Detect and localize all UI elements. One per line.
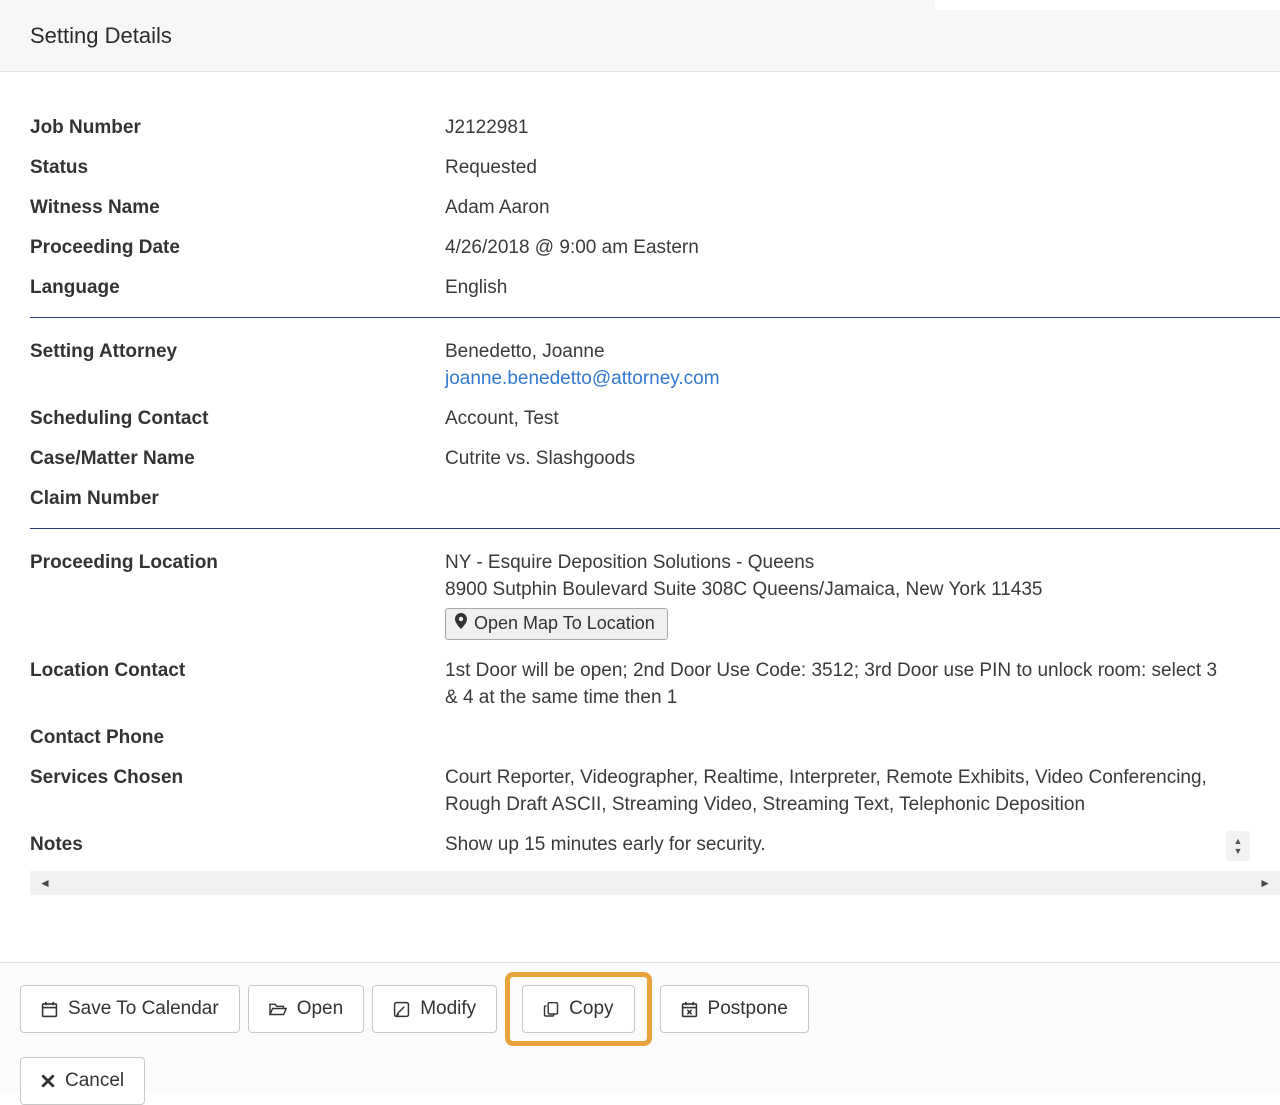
save-to-calendar-button[interactable]: Save To Calendar xyxy=(20,985,240,1033)
setting-details-panel: { "colors": { "link": "#3279d2", "divide… xyxy=(0,0,1280,1093)
witness-name-value: Adam Aaron xyxy=(445,194,550,221)
proceeding-location-name: NY - Esquire Deposition Solutions - Quee… xyxy=(445,549,1043,576)
scroll-left-arrow-icon[interactable]: ◄ xyxy=(39,877,51,889)
location-contact-label: Location Contact xyxy=(30,657,445,684)
setting-attorney-label: Setting Attorney xyxy=(30,338,445,365)
status-value: Requested xyxy=(445,154,537,181)
field-row-contact-phone: Contact Phone xyxy=(30,724,1280,751)
field-row-services-chosen: Services Chosen Court Reporter, Videogra… xyxy=(30,764,1280,818)
notes-value: Show up 15 minutes early for security. xyxy=(445,831,766,858)
stepper-up-icon[interactable]: ▲ xyxy=(1234,837,1243,846)
edit-pencil-icon xyxy=(393,1001,410,1018)
window-corner-strip xyxy=(935,0,1280,10)
open-map-button-label: Open Map To Location xyxy=(474,613,655,634)
proceeding-location-value: NY - Esquire Deposition Solutions - Quee… xyxy=(445,549,1043,644)
location-contact-value: 1st Door will be open; 2nd Door Use Code… xyxy=(445,657,1230,711)
save-to-calendar-label: Save To Calendar xyxy=(68,997,219,1021)
proceeding-date-label: Proceeding Date xyxy=(30,234,445,261)
modify-button-label: Modify xyxy=(420,997,476,1021)
notes-scroll-stepper[interactable]: ▲ ▼ xyxy=(1226,831,1250,861)
stepper-down-icon[interactable]: ▼ xyxy=(1234,847,1243,856)
scheduling-contact-value: Account, Test xyxy=(445,405,559,432)
details-content: Job Number J2122981 Status Requested Wit… xyxy=(0,72,1280,895)
cancel-button-label: Cancel xyxy=(65,1069,124,1093)
setting-attorney-name: Benedetto, Joanne xyxy=(445,338,720,365)
scheduling-contact-label: Scheduling Contact xyxy=(30,405,445,432)
field-row-witness-name: Witness Name Adam Aaron xyxy=(30,194,1280,221)
postpone-button-label: Postpone xyxy=(708,997,788,1021)
cancel-button-row: Cancel xyxy=(20,1057,1260,1105)
map-pin-icon xyxy=(455,613,467,634)
field-row-proceeding-date: Proceeding Date 4/26/2018 @ 9:00 am East… xyxy=(30,234,1280,261)
folder-open-icon xyxy=(269,1002,287,1017)
action-button-row: Save To Calendar Open Modify Copy xyxy=(20,985,1260,1033)
witness-name-label: Witness Name xyxy=(30,194,445,221)
open-button-label: Open xyxy=(297,997,343,1021)
field-row-scheduling-contact: Scheduling Contact Account, Test xyxy=(30,405,1280,432)
language-value: English xyxy=(445,274,507,301)
field-row-notes: Notes Show up 15 minutes early for secur… xyxy=(30,831,1280,858)
case-matter-name-label: Case/Matter Name xyxy=(30,445,445,472)
services-chosen-label: Services Chosen xyxy=(30,764,445,791)
case-matter-name-value: Cutrite vs. Slashgoods xyxy=(445,445,635,472)
claim-number-label: Claim Number xyxy=(30,485,445,512)
proceeding-location-label: Proceeding Location xyxy=(30,549,445,576)
field-row-proceeding-location: Proceeding Location NY - Esquire Deposit… xyxy=(30,549,1280,644)
open-map-button[interactable]: Open Map To Location xyxy=(445,608,668,640)
proceeding-location-address: 8900 Sutphin Boulevard Suite 308C Queens… xyxy=(445,576,1043,603)
field-row-setting-attorney: Setting Attorney Benedetto, Joanne joann… xyxy=(30,338,1280,392)
calendar-x-icon xyxy=(681,1001,698,1018)
cancel-button[interactable]: Cancel xyxy=(20,1057,145,1105)
field-row-language: Language English xyxy=(30,274,1280,301)
job-number-value: J2122981 xyxy=(445,114,528,141)
page-title: Setting Details xyxy=(30,23,172,49)
job-number-label: Job Number xyxy=(30,114,445,141)
status-label: Status xyxy=(30,154,445,181)
field-row-location-contact: Location Contact 1st Door will be open; … xyxy=(30,657,1280,711)
panel-header: Setting Details xyxy=(0,0,1280,72)
proceeding-date-value: 4/26/2018 @ 9:00 am Eastern xyxy=(445,234,699,261)
calendar-icon xyxy=(41,1001,58,1018)
field-row-case-matter-name: Case/Matter Name Cutrite vs. Slashgoods xyxy=(30,445,1280,472)
field-row-job-number: Job Number J2122981 xyxy=(30,114,1280,141)
contact-phone-label: Contact Phone xyxy=(30,724,445,751)
copy-icon xyxy=(543,1001,559,1018)
horizontal-scrollbar[interactable]: ◄ ► xyxy=(30,871,1280,895)
section-divider-2 xyxy=(30,528,1280,529)
language-label: Language xyxy=(30,274,445,301)
copy-button-label: Copy xyxy=(569,997,613,1021)
copy-button-highlight: Copy xyxy=(505,972,651,1046)
action-footer: Save To Calendar Open Modify Copy xyxy=(0,962,1280,1093)
postpone-button[interactable]: Postpone xyxy=(660,985,809,1033)
open-button[interactable]: Open xyxy=(248,985,364,1033)
field-row-status: Status Requested xyxy=(30,154,1280,181)
close-x-icon xyxy=(41,1074,55,1088)
section-divider-1 xyxy=(30,317,1280,318)
services-chosen-value: Court Reporter, Videographer, Realtime, … xyxy=(445,764,1230,818)
setting-attorney-value: Benedetto, Joanne joanne.benedetto@attor… xyxy=(445,338,720,392)
scroll-right-arrow-icon[interactable]: ► xyxy=(1259,877,1271,889)
notes-label: Notes xyxy=(30,831,445,858)
copy-button[interactable]: Copy xyxy=(522,985,634,1033)
field-row-claim-number: Claim Number xyxy=(30,485,1280,512)
setting-attorney-email-link[interactable]: joanne.benedetto@attorney.com xyxy=(445,368,720,389)
modify-button[interactable]: Modify xyxy=(372,985,497,1033)
